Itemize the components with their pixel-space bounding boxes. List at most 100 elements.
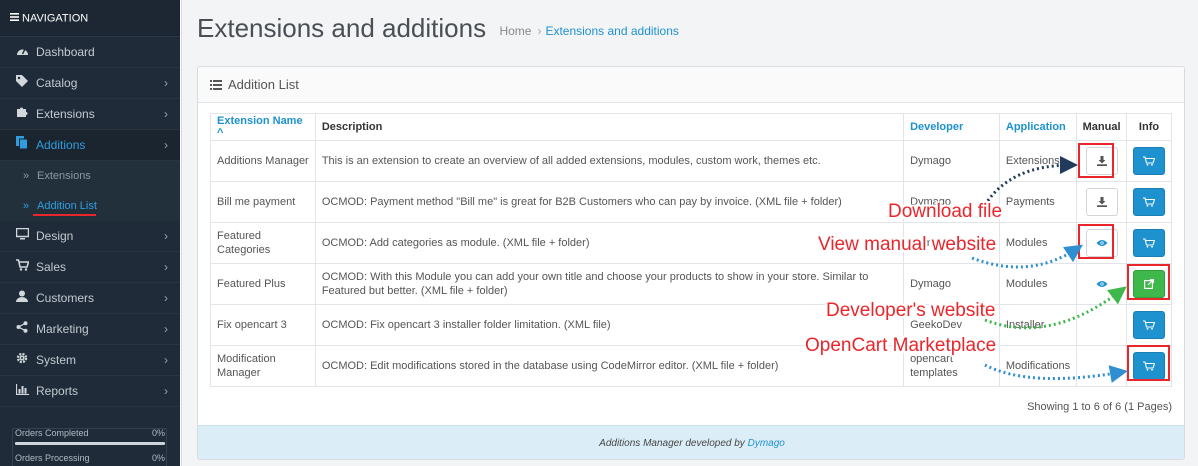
chevron-right-icon: › xyxy=(164,138,168,152)
cell-application: Modifications xyxy=(998,345,1078,387)
sidebar-item-sales[interactable]: Sales › xyxy=(0,252,180,283)
sidebar-subitem-label: Extensions xyxy=(37,170,91,182)
cell-info xyxy=(1126,140,1172,182)
sidebar-item-catalog[interactable]: Catalog › xyxy=(0,68,180,99)
marketplace-button[interactable] xyxy=(1133,229,1166,257)
cart-icon xyxy=(1143,320,1156,330)
sidebar-item-label: Sales xyxy=(36,260,67,274)
column-header-description: Description xyxy=(314,113,905,141)
download-icon xyxy=(1096,197,1107,207)
marketplace-button[interactable] xyxy=(1133,188,1166,216)
monitor-icon xyxy=(15,221,29,252)
table-row: Modification Manager OCMOD: Edit modific… xyxy=(210,345,1172,387)
stat-value: 0% xyxy=(151,428,165,438)
marketplace-button[interactable] xyxy=(1133,352,1166,380)
chevron-right-icon: › xyxy=(164,229,168,243)
cell-developer: opencart templates xyxy=(903,345,1000,387)
order-stats: Orders Completed 0% Orders Processing 0% xyxy=(15,428,165,464)
column-header-application[interactable]: Application xyxy=(998,113,1078,141)
chevron-right-icon: › xyxy=(164,76,168,90)
cart-icon xyxy=(1143,361,1156,371)
sidebar-subitem-label: Addition List xyxy=(37,200,97,212)
sidebar-item-label: Dashboard xyxy=(36,45,95,59)
sidebar-item-label: System xyxy=(36,353,77,367)
stat-orders-processing: Orders Processing 0% xyxy=(15,453,165,464)
stat-value: 0% xyxy=(151,453,165,463)
cell-developer: Dymago xyxy=(903,140,1000,182)
dashboard-icon xyxy=(15,37,29,68)
sidebar-subitem-extensions[interactable]: » Extensions xyxy=(0,161,180,191)
bar-chart-icon xyxy=(15,376,29,407)
table-row: Additions Manager This is an extension t… xyxy=(210,140,1172,182)
sidebar-item-additions[interactable]: Additions › xyxy=(0,130,180,161)
cell-description: OCMOD: Payment method "Bill me" is great… xyxy=(314,181,905,223)
sidebar-item-label: Extensions xyxy=(36,107,95,121)
share-icon xyxy=(15,314,29,345)
sidebar-item-design[interactable]: Design › xyxy=(0,221,180,252)
download-button[interactable] xyxy=(1085,188,1118,216)
marketplace-button[interactable] xyxy=(1133,147,1166,175)
table-header-row: Extension Name ^ Description Developer A… xyxy=(210,113,1172,141)
cell-name: Additions Manager xyxy=(210,140,316,182)
marketplace-button[interactable] xyxy=(1133,311,1166,339)
list-icon xyxy=(210,68,222,104)
column-header-extension-name[interactable]: Extension Name ^ xyxy=(210,113,316,141)
cell-developer: GeekoDev xyxy=(903,304,1000,346)
double-chevron-icon: » xyxy=(23,200,30,212)
sidebar-item-dashboard[interactable]: Dashboard xyxy=(0,37,180,68)
cell-name: Modification Manager xyxy=(210,345,316,387)
cell-description: OCMOD: Add categories as module. (XML fi… xyxy=(314,222,905,264)
stat-label: Orders Processing xyxy=(15,453,90,463)
cart-icon xyxy=(1143,238,1156,248)
sidebar-item-label: Marketing xyxy=(36,322,89,336)
breadcrumb-home[interactable]: Home xyxy=(499,24,531,38)
sidebar-item-customers[interactable]: Customers › xyxy=(0,283,180,314)
breadcrumb-separator: › xyxy=(537,23,542,38)
column-header-label: Extension Name xyxy=(217,115,303,127)
chevron-right-icon: › xyxy=(164,384,168,398)
cell-description: OCMOD: Fix opencart 3 installer folder l… xyxy=(314,304,905,346)
panel-footer: Additions Manager developed by Dymago xyxy=(198,425,1184,459)
panel-title: Addition List xyxy=(228,77,299,92)
eye-icon xyxy=(1096,240,1108,246)
developer-website-button[interactable] xyxy=(1133,270,1166,298)
cell-application: Installer xyxy=(998,304,1078,346)
cell-manual xyxy=(1076,345,1128,387)
gear-icon xyxy=(15,345,29,376)
cell-manual xyxy=(1076,222,1128,264)
cart-icon xyxy=(1143,197,1156,207)
cell-developer: Dymago xyxy=(903,181,1000,223)
sidebar-item-extensions[interactable]: Extensions › xyxy=(0,99,180,130)
double-chevron-icon: » xyxy=(23,170,30,182)
breadcrumb-current[interactable]: Extensions and additions xyxy=(545,24,678,38)
sidebar-item-marketing[interactable]: Marketing › xyxy=(0,314,180,345)
menu-icon xyxy=(10,0,19,37)
stat-label: Orders Completed xyxy=(15,428,89,438)
view-manual-button[interactable] xyxy=(1085,229,1118,257)
cell-manual xyxy=(1076,263,1128,305)
table-row: Fix opencart 3 OCMOD: Fix opencart 3 ins… xyxy=(210,304,1172,346)
cell-developer: Dymago xyxy=(903,263,1000,305)
navigation-header[interactable]: NAVIGATION xyxy=(0,0,180,37)
puzzle-icon xyxy=(15,99,29,130)
column-header-developer[interactable]: Developer xyxy=(903,113,1000,141)
cell-developer: Dymago xyxy=(903,222,1000,264)
chevron-right-icon: › xyxy=(164,322,168,336)
chevron-right-icon: › xyxy=(164,107,168,121)
sidebar-item-reports[interactable]: Reports › xyxy=(0,376,180,407)
chevron-right-icon: › xyxy=(164,260,168,274)
footer-developer-link[interactable]: Dymago xyxy=(748,438,785,449)
sidebar-subitem-addition-list[interactable]: » Addition List xyxy=(0,191,180,221)
cell-name: Featured Plus xyxy=(210,263,316,305)
view-manual-link[interactable] xyxy=(1086,270,1118,298)
column-header-manual: Manual xyxy=(1076,113,1128,141)
page-title: Extensions and additions xyxy=(197,13,487,43)
sidebar-item-label: Additions xyxy=(36,138,86,152)
pagination-summary: Showing 1 to 6 of 6 (1 Pages) xyxy=(1027,401,1172,413)
cell-description: OCMOD: Edit modifications stored in the … xyxy=(314,345,905,387)
sidebar: NAVIGATION Dashboard Catalog › Extension… xyxy=(0,0,180,466)
download-button[interactable] xyxy=(1085,147,1118,175)
addition-table: Extension Name ^ Description Developer A… xyxy=(210,113,1172,387)
cell-info xyxy=(1126,345,1172,387)
sidebar-item-system[interactable]: System › xyxy=(0,345,180,376)
